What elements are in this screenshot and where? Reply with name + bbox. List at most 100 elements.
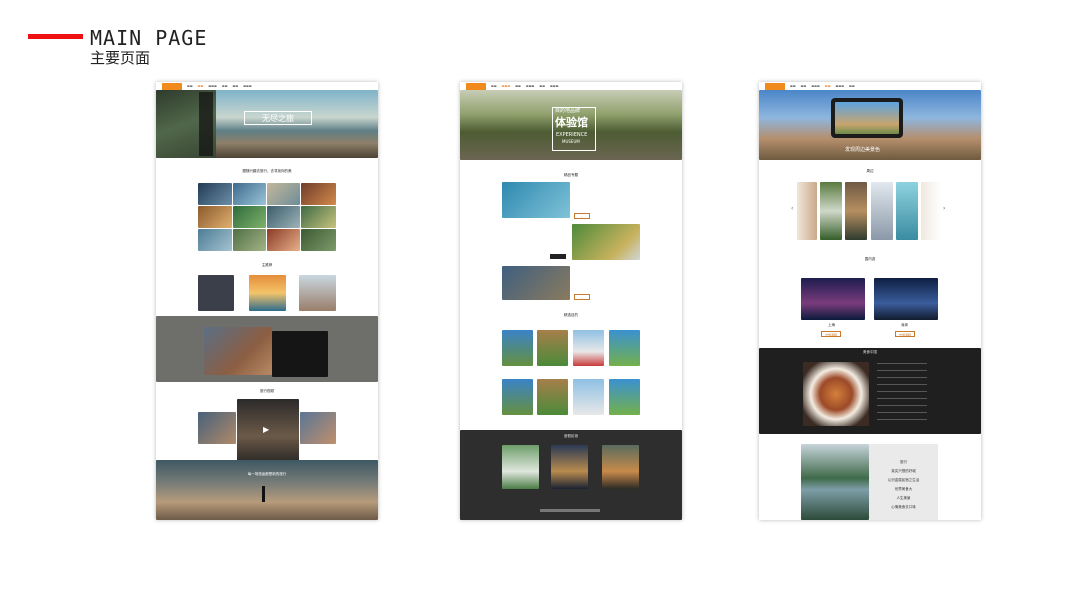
city-photo-shenzhen <box>874 278 938 320</box>
hero-cn-big: 体验馆 <box>555 116 588 129</box>
grid-photo <box>233 206 266 228</box>
mockup-homepage-3: ▬▬ ▬▬ ▬▬▬ ▬▬ ▬▬▬ ▬▬ 发现周边美景色 周边 ‹ › 国内游 上海 深圳 … <box>759 82 981 520</box>
nav-item: ▬▬▬ <box>835 84 845 88</box>
topic-photo <box>572 224 640 260</box>
carousel-prev-icon[interactable]: ‹ <box>791 205 793 212</box>
dest-photo <box>573 330 604 366</box>
menu-item[interactable]: 认识金属民宿之生活 <box>869 476 938 485</box>
more-button[interactable]: › <box>574 294 590 300</box>
carousel-photo <box>871 182 893 240</box>
dest-photo <box>502 330 533 366</box>
nav-item: ▬▬ <box>491 84 497 88</box>
dest-photo <box>537 379 568 415</box>
nav-item: ▬▬ <box>515 84 521 88</box>
hero-caption: 发现周边美景色 <box>845 147 881 153</box>
nav-item: ▬▬ <box>849 84 855 88</box>
dropdown-menu <box>199 92 213 156</box>
nav-item: ▬▬▬ <box>811 84 820 88</box>
section-title: 周边 <box>866 169 874 173</box>
topic-photo <box>502 182 570 218</box>
lake-photo <box>801 444 869 520</box>
grid-photo <box>198 229 232 251</box>
nav-item: ▬▬ <box>539 84 546 88</box>
grid-photo <box>267 206 300 228</box>
city-label: 上海 <box>828 323 835 327</box>
brand-logo <box>466 82 486 90</box>
nav-item: ▬▬▬ <box>525 84 535 88</box>
section-title: 美食中国 <box>863 350 877 354</box>
grid-photo <box>198 183 232 205</box>
carousel-photo <box>896 182 918 240</box>
grid-photo <box>267 229 300 251</box>
play-icon[interactable]: ▶ <box>263 425 269 434</box>
hero-en: EXPERIENCE <box>556 132 588 138</box>
nav-item: ▬▬▬ <box>243 84 252 88</box>
section-title: 旅行视频 <box>260 389 274 393</box>
go-travel-button[interactable]: 去旅游吧 <box>821 331 841 337</box>
nav-item: ▬▬ <box>221 84 228 88</box>
footer-beach-image <box>156 460 378 520</box>
footer-text: 每一场旅途都是新的旅行 <box>247 472 287 476</box>
city-photo-shanghai <box>801 278 865 320</box>
section-title: 精品专题 <box>564 173 578 177</box>
grid-photo <box>301 183 336 205</box>
recommend-card <box>299 275 336 311</box>
title-accent-bar <box>28 34 83 39</box>
section-title: 主推荐 <box>261 263 273 267</box>
food-band <box>759 348 981 434</box>
feature-caption-card <box>272 331 328 377</box>
carousel-photo <box>845 182 867 240</box>
menu-item[interactable]: 人生美景 <box>869 494 938 503</box>
grid-photo <box>233 229 266 251</box>
menu-item[interactable]: 旅行 <box>869 458 938 467</box>
brand-logo <box>162 82 182 90</box>
recommend-card <box>249 275 286 311</box>
grid-photo <box>301 206 336 228</box>
more-button-dark[interactable] <box>550 254 566 259</box>
mockup-homepage-1: ▬▬ ▬▬ ▬▬▬ ▬▬ ▬▬ ▬▬▬ 无尽之旅 跟随兴趣去旅行，去寻找你的美 主推荐 旅… <box>156 82 378 520</box>
food-list <box>877 363 927 425</box>
recommend-card <box>198 275 234 311</box>
hero-title: 无尽之旅 <box>244 111 312 125</box>
menu-item[interactable]: 真实只想的好城 <box>869 467 938 476</box>
nav-item: ▬▬ <box>824 84 831 88</box>
dest-photo <box>502 379 533 415</box>
mock-nav: ▬▬ ▬▬▬ ▬▬ ▬▬▬ ▬▬ ▬▬▬ <box>460 82 682 90</box>
nav-item: ▬▬ <box>197 84 204 88</box>
section-title: 度假民宿 <box>564 434 578 438</box>
nav-item: ▬▬▬ <box>550 84 559 88</box>
menu-item[interactable]: 世界美食大 <box>869 485 938 494</box>
go-travel-button[interactable]: 去旅游吧 <box>895 331 915 337</box>
video-thumb <box>198 412 236 444</box>
nav-item: ▬▬ <box>800 84 807 88</box>
nav-item: ▬▬ <box>187 84 193 88</box>
more-button[interactable]: › <box>574 213 590 219</box>
grid-photo <box>301 229 336 251</box>
homestay-photo <box>602 445 639 489</box>
person-silhouette <box>262 486 265 502</box>
hero-cn-small: 目的地品牌 <box>555 108 581 114</box>
section-title: 跟随兴趣去旅行，去寻找你的美 <box>242 169 292 173</box>
homestay-photo <box>502 445 539 489</box>
nav-item: ▬▬ <box>232 84 239 88</box>
nav-item: ▬▬▬ <box>501 84 511 88</box>
dest-photo <box>537 330 568 366</box>
page-subtitle: 主要页面 <box>90 49 151 67</box>
hero-en2: MUSEUM <box>562 139 580 144</box>
dest-photo <box>573 379 604 415</box>
carousel-photo <box>797 182 817 240</box>
grid-photo <box>267 183 300 205</box>
city-label: 深圳 <box>901 323 908 327</box>
footer-bar <box>540 509 600 512</box>
menu-list: 旅行 真实只想的好城 认识金属民宿之生活 世界美食大 人生美景 心情美食去口味 <box>869 458 938 512</box>
mock-nav: ▬▬▬▬▬▬▬▬▬▬▬▬▬▬ <box>759 82 981 90</box>
nav-item: ▬▬▬ <box>208 84 217 88</box>
section-title: 精选目的 <box>564 313 578 317</box>
nav-item: ▬▬ <box>790 84 796 88</box>
grid-photo <box>198 206 232 228</box>
mockup-homepage-2: ▬▬ ▬▬▬ ▬▬ ▬▬▬ ▬▬ ▬▬▬ 目的地品牌 体验馆 EXPERIENCE MUS… <box>460 82 682 520</box>
food-photo <box>803 362 869 426</box>
carousel-next-icon[interactable]: › <box>943 205 945 212</box>
mock-nav: ▬▬▬▬▬▬▬▬▬▬▬▬▬▬ <box>156 82 378 90</box>
menu-item[interactable]: 心情美食去口味 <box>869 503 938 512</box>
